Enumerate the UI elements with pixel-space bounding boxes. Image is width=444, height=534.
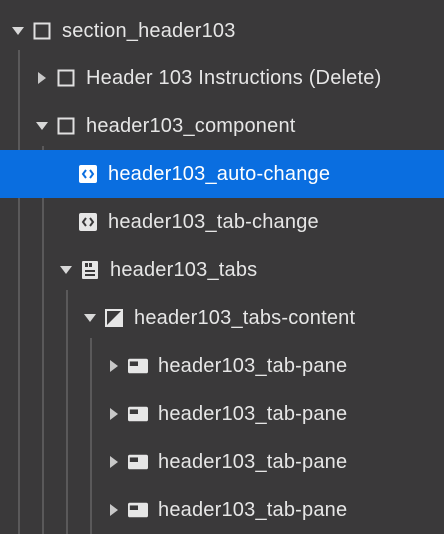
tree-item-label: Header 103 Instructions (Delete) [86, 66, 382, 89]
tree-item-header103-tabs-content[interactable]: header103_tabs-content [0, 294, 444, 342]
caret-down-icon[interactable] [34, 118, 50, 134]
caret-right-icon[interactable] [106, 454, 122, 470]
box-icon [56, 68, 76, 88]
tree-item-label: header103_tab-pane [158, 402, 348, 425]
tree-item-label: header103_tabs-content [134, 306, 356, 329]
tree-item-section-header103[interactable]: section_header103 [0, 7, 444, 55]
caret-right-icon[interactable] [34, 70, 50, 86]
navigator-panel: section_header103 Header 103 Instruction… [0, 0, 444, 534]
tree-item-header103-tab-pane[interactable]: header103_tab-pane [0, 342, 444, 390]
tree-item-label: header103_auto-change [108, 162, 331, 185]
tree-item-header103-auto-change[interactable]: header103_auto-change [0, 150, 444, 198]
embed-icon [78, 212, 98, 232]
embed-icon [78, 164, 98, 184]
caret-right-icon[interactable] [106, 358, 122, 374]
tree-item-label: header103_tab-change [108, 210, 319, 233]
tabs-icon [80, 260, 100, 280]
box-icon [32, 21, 52, 41]
tabs-content-icon [104, 308, 124, 328]
tree-item-header103-tab-pane[interactable]: header103_tab-pane [0, 486, 444, 534]
tree-item-header103-tabs[interactable]: header103_tabs [0, 246, 444, 294]
tree-item-label: header103_tab-pane [158, 354, 348, 377]
caret-down-icon[interactable] [10, 23, 26, 39]
tree-item-label: header103_tab-pane [158, 450, 348, 473]
tab-pane-icon [128, 404, 148, 424]
tree-item-header103-tab-pane[interactable]: header103_tab-pane [0, 438, 444, 486]
caret-right-icon[interactable] [106, 502, 122, 518]
tree-item-label: header103_component [86, 114, 296, 137]
tab-pane-icon [128, 452, 148, 472]
tree-item-header103-tab-pane[interactable]: header103_tab-pane [0, 390, 444, 438]
tree-item-header103-tab-change[interactable]: header103_tab-change [0, 198, 444, 246]
tree-item-label: header103_tabs [110, 258, 258, 281]
box-icon [56, 116, 76, 136]
tree-item-header103-component[interactable]: header103_component [0, 102, 444, 150]
tree-item-label: header103_tab-pane [158, 498, 348, 521]
caret-down-icon[interactable] [58, 262, 74, 278]
caret-down-icon[interactable] [82, 310, 98, 326]
tree-item-instructions[interactable]: Header 103 Instructions (Delete) [0, 54, 444, 102]
caret-right-icon[interactable] [106, 406, 122, 422]
tab-pane-icon [128, 356, 148, 376]
tab-pane-icon [128, 500, 148, 520]
tree-item-label: section_header103 [62, 19, 236, 42]
